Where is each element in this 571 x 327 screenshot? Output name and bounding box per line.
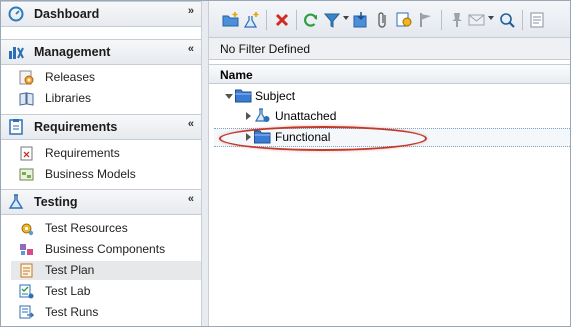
chevron-down-icon[interactable]: » <box>188 6 194 17</box>
dashboard-icon <box>8 6 24 22</box>
requirement-doc-icon <box>20 146 33 161</box>
filter-dropdown-arrow-icon[interactable] <box>343 16 349 20</box>
folder-open-icon <box>235 89 252 103</box>
collapse-arrow-icon[interactable] <box>225 94 233 99</box>
column-header-name[interactable]: Name <box>209 64 570 84</box>
refresh-icon[interactable] <box>302 11 320 29</box>
tree-node-unattached[interactable]: Unattached <box>243 107 383 126</box>
new-folder-icon[interactable] <box>222 11 240 29</box>
sidebar-item-test-plan[interactable]: Test Plan <box>11 261 201 280</box>
components-icon <box>20 244 33 255</box>
test-runs-icon <box>19 305 34 319</box>
toolbar-separator <box>296 10 297 30</box>
sidebar-item-libraries[interactable]: Libraries <box>11 89 201 108</box>
send-mail-icon[interactable] <box>468 11 486 29</box>
section-title: Requirements <box>34 120 118 134</box>
copy-url-icon[interactable] <box>395 11 413 29</box>
flask-icon <box>8 194 24 209</box>
toolbar <box>209 1 570 38</box>
sidebar-item-business-models[interactable]: Business Models <box>11 165 201 184</box>
sidebar-item-label: Test Plan <box>45 263 95 277</box>
attachments-icon[interactable] <box>374 11 392 29</box>
sidebar-item-label: Business Components <box>45 242 166 256</box>
toolbar-separator <box>441 10 442 30</box>
section-management[interactable]: Management « <box>1 39 201 65</box>
section-title: Management <box>34 45 111 59</box>
sidebar-item-label: Test Resources <box>45 221 128 235</box>
mail-dropdown-arrow-icon[interactable] <box>488 16 494 20</box>
highlight-annotation-ring <box>219 126 427 151</box>
filter-status-text: No Filter Defined <box>220 42 311 56</box>
libraries-icon <box>19 92 34 106</box>
sidebar-item-label: Test Lab <box>45 284 91 298</box>
gear-icon <box>21 223 34 236</box>
splitter[interactable] <box>201 1 209 326</box>
chevron-up-icon[interactable]: « <box>188 44 194 55</box>
pin-icon[interactable] <box>448 11 466 29</box>
management-icon <box>9 47 24 59</box>
section-title: Dashboard <box>34 7 100 21</box>
chevron-up-icon[interactable]: « <box>188 194 194 205</box>
filter-icon[interactable] <box>323 11 341 29</box>
toolbar-separator <box>522 10 523 30</box>
business-models-icon <box>19 168 34 181</box>
comments-icon[interactable] <box>529 11 547 29</box>
new-test-icon[interactable] <box>243 11 261 29</box>
sidebar-item-test-runs[interactable]: Test Runs <box>11 303 201 322</box>
tree-node-label: Unattached <box>275 109 337 123</box>
find-icon[interactable] <box>498 11 516 29</box>
requirements-icon <box>9 119 23 135</box>
test-plan-tree: Subject Unattached Functional <box>209 85 570 325</box>
chevron-up-icon[interactable]: « <box>188 119 194 130</box>
section-dashboard[interactable]: Dashboard » <box>1 1 201 27</box>
sidebar-item-business-components[interactable]: Business Components <box>11 240 201 259</box>
move-icon[interactable] <box>352 11 370 29</box>
test-lab-icon <box>19 284 34 299</box>
main-pane: No Filter Defined Name Subject Unattache… <box>209 1 570 326</box>
tree-node-subject[interactable]: Subject <box>223 87 343 106</box>
section-title: Testing <box>34 195 78 209</box>
sidebar-item-label: Releases <box>45 70 96 84</box>
sidebar-item-label: Test Runs <box>45 305 99 319</box>
sidebar-item-label: Libraries <box>45 91 92 105</box>
sidebar-item-test-lab[interactable]: Test Lab <box>11 282 201 301</box>
delete-icon[interactable] <box>273 11 291 29</box>
sidebar-item-requirements[interactable]: Requirements <box>11 144 201 163</box>
sidebar-item-releases[interactable]: Releases <box>11 68 201 87</box>
flag-icon[interactable] <box>417 11 435 29</box>
tree-node-label: Subject <box>255 89 296 103</box>
expand-arrow-icon[interactable] <box>246 112 251 120</box>
section-testing[interactable]: Testing « <box>1 189 201 215</box>
sidebar-item-label: Requirements <box>45 146 120 160</box>
test-plan-icon <box>20 263 33 278</box>
filter-bar[interactable]: No Filter Defined <box>209 38 570 60</box>
sidebar-item-test-resources[interactable]: Test Resources <box>11 219 201 238</box>
releases-icon <box>19 70 34 85</box>
toolbar-separator <box>266 10 267 30</box>
sidebar: Dashboard » Management « Releases Librar… <box>1 1 201 326</box>
sidebar-item-label: Business Models <box>45 167 136 181</box>
section-requirements[interactable]: Requirements « <box>1 114 201 140</box>
column-header-label: Name <box>220 68 253 82</box>
unattached-flask-icon <box>254 108 270 122</box>
